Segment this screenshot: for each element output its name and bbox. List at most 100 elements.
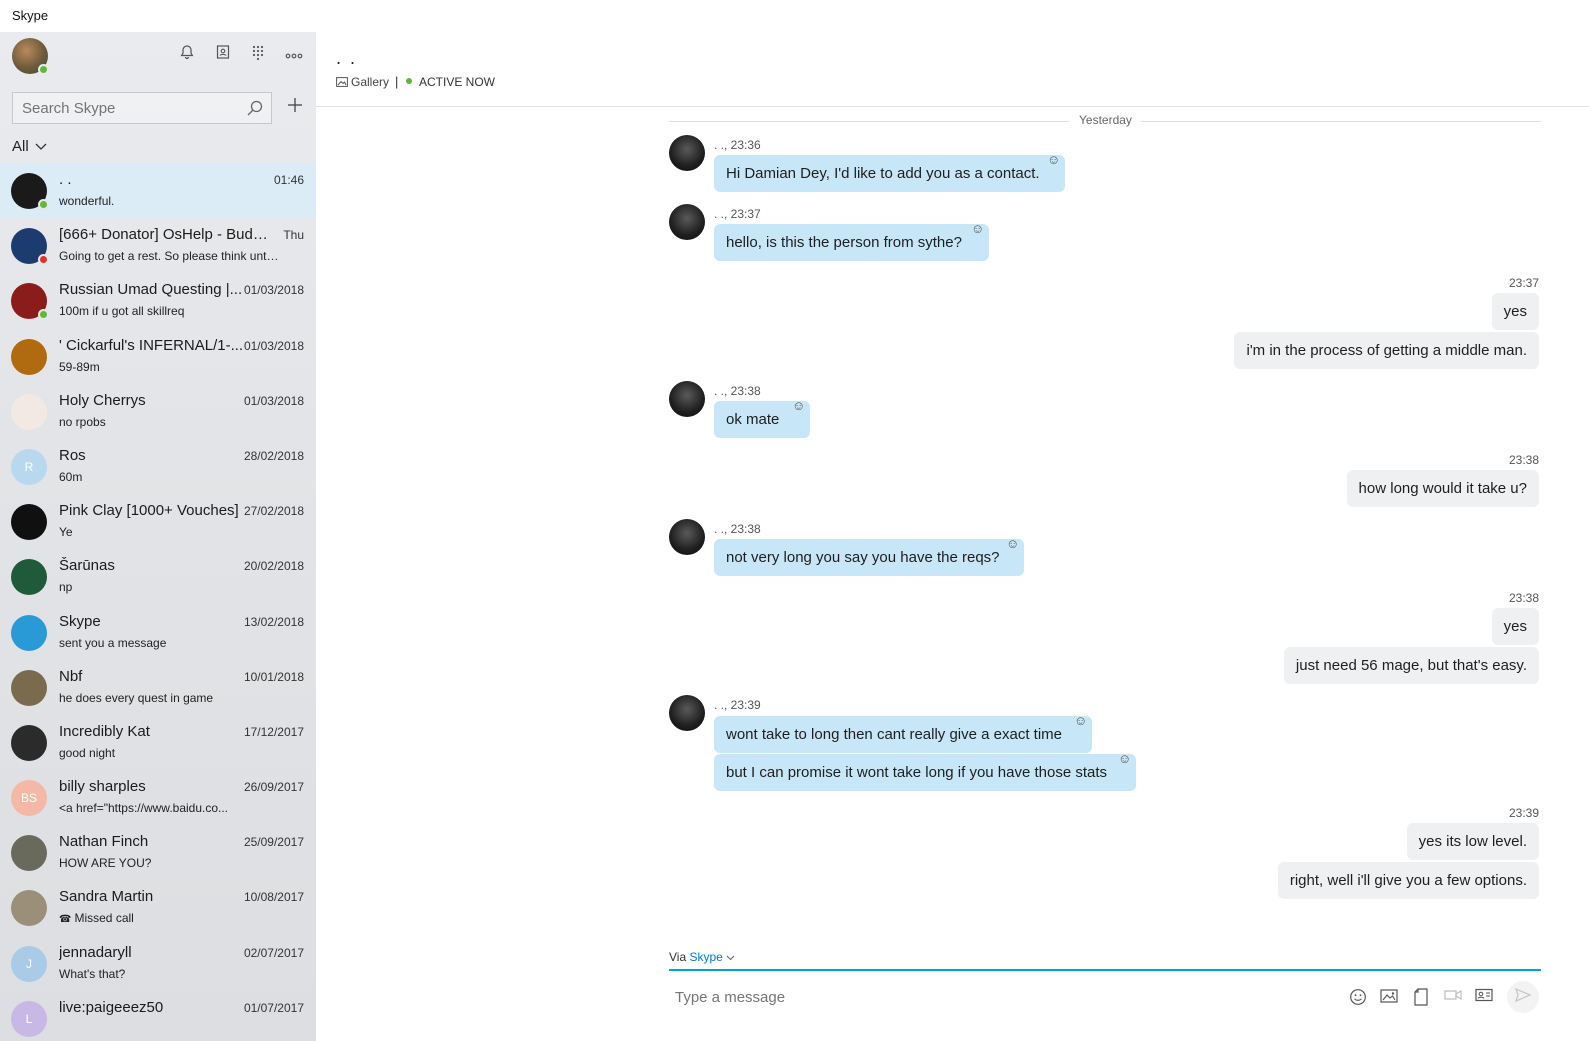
send-button[interactable] — [1507, 981, 1539, 1013]
conversation-item[interactable]: Skype 13/02/2018 sent you a message — [0, 605, 316, 660]
conversation-item[interactable]: ' Cickarful's INFERNAL/1-... 01/03/2018 59… — [0, 329, 316, 384]
conversation-preview: Going to get a rest. So please think unt… — [59, 249, 279, 263]
outgoing-message[interactable]: how long would it take u? — [1346, 470, 1539, 507]
conversation-name: [666+ Donator] OsHelp - Budd... — [59, 226, 269, 244]
conversation-preview: What's that? — [59, 967, 279, 981]
outgoing-message[interactable]: yes — [1491, 293, 1539, 330]
preview-text: sent you a message — [59, 635, 167, 650]
outgoing-message[interactable]: right, well i'll give you a few options. — [1277, 862, 1539, 899]
bell-icon[interactable] — [176, 44, 198, 66]
message-text: i'm in the process of getting a middle m… — [1246, 342, 1527, 359]
self-avatar[interactable] — [12, 38, 49, 75]
conversation-item[interactable]: . . 01:46 wonderful. — [0, 163, 316, 219]
conversation-name: billy sharples — [59, 778, 146, 796]
conversation-item[interactable]: Incredibly Kat 17/12/2017 good night — [0, 715, 316, 770]
emoji-icon[interactable]: ☺ — [971, 222, 985, 236]
conversation-item[interactable]: R Ros 28/02/2018 60m — [0, 439, 316, 494]
emoji-icon[interactable]: ☺ — [1074, 714, 1088, 728]
conversation-item[interactable]: Nathan Finch 25/09/2017 HOW ARE YOU? — [0, 825, 316, 880]
conversation-preview: he does every quest in game — [59, 691, 279, 705]
conversation-item[interactable]: Sandra Martin 10/08/2017 ☎ Missed call — [0, 880, 316, 935]
conversation-name: . . — [59, 171, 72, 188]
incoming-message[interactable]: ok mate ☺ — [714, 399, 810, 438]
conversation-item[interactable]: Nbf 10/01/2018 he does every quest in game — [0, 660, 316, 715]
profile-row — [0, 32, 316, 80]
conversation-time: 27/02/2018 — [243, 504, 304, 519]
gallery-link[interactable]: Gallery — [336, 75, 389, 89]
chat-title[interactable]: . . — [336, 48, 357, 69]
via-service[interactable]: Skype — [689, 950, 722, 964]
contact-card-icon[interactable] — [1474, 988, 1494, 1008]
message-text: yes — [1503, 618, 1527, 635]
outgoing-message[interactable]: yes — [1491, 608, 1539, 645]
gallery-icon — [336, 77, 348, 87]
conversation-time: 01:46 — [273, 173, 304, 187]
chevron-down-icon[interactable] — [726, 950, 735, 964]
conversation-preview: ☎ Missed call — [59, 911, 279, 925]
outgoing-message[interactable]: yes its low level. — [1406, 823, 1539, 860]
avatar — [11, 504, 47, 541]
incoming-message[interactable]: hello, is this the person from sythe? ☺ — [714, 222, 989, 261]
emoji-icon[interactable]: ☺ — [1006, 537, 1020, 551]
presence-dot — [38, 254, 49, 266]
conversation-time: 13/02/2018 — [243, 614, 304, 629]
file-icon[interactable] — [1411, 988, 1431, 1008]
conversation-item[interactable]: BS billy sharples 26/09/2017 <a href="https… — [0, 770, 316, 825]
conversation-item[interactable]: Jjennadaryll 02/07/2017 What's that? — [0, 936, 316, 991]
preview-text: no rpobs — [59, 414, 106, 429]
conversation-name: jennadaryll — [59, 943, 132, 961]
divider-line — [669, 121, 1069, 122]
search-box[interactable] — [12, 92, 272, 124]
message-text: not very long you say you have the reqs? — [726, 549, 1000, 566]
conversation-item[interactable]: Llive:paigeeez50 01/07/2017 — [0, 991, 316, 1041]
emoji-icon[interactable]: ☺ — [1118, 752, 1132, 766]
avatar — [11, 283, 49, 321]
message-input[interactable] — [669, 980, 1329, 1014]
incoming-message[interactable]: wont take to long then cant really give … — [714, 714, 1092, 753]
incoming-message[interactable]: but I can promise it wont take long if y… — [714, 752, 1136, 791]
new-chat-button[interactable] — [284, 95, 306, 119]
contacts-icon[interactable] — [212, 44, 234, 66]
header-separator: | — [395, 74, 399, 89]
emoji-icon[interactable]: ☺ — [792, 399, 806, 413]
preview-text: Ye — [59, 525, 73, 540]
emoji-icon[interactable]: ☺ — [1047, 153, 1061, 167]
sender-avatar[interactable] — [669, 695, 705, 731]
more-icon[interactable] — [283, 44, 305, 66]
search-input[interactable] — [13, 93, 233, 123]
outgoing-message[interactable]: just need 56 mage, but that's easy. — [1283, 647, 1539, 684]
message-composer[interactable] — [669, 980, 1329, 1014]
conversation-item[interactable]: Šarūnas 20/02/2018 np — [0, 549, 316, 604]
emoji-icon[interactable] — [1348, 988, 1368, 1008]
via-selector[interactable]: Via Skype — [669, 950, 735, 964]
conversation-item[interactable]: Holy Cherrys 01/03/2018 no rpobs — [0, 384, 316, 439]
chevron-down-icon — [35, 142, 47, 154]
incoming-message[interactable]: not very long you say you have the reqs?… — [714, 537, 1024, 576]
image-icon[interactable] — [1379, 988, 1399, 1008]
conversation-item[interactable]: Russian Umad Questing |... 01/03/2018 100m… — [0, 273, 316, 328]
sender-avatar[interactable] — [669, 381, 705, 417]
outgoing-message[interactable]: i'm in the process of getting a middle m… — [1234, 332, 1539, 369]
sender-avatar[interactable] — [669, 204, 705, 240]
preview-text: wonderful. — [59, 194, 115, 208]
conversation-item[interactable]: [666+ Donator] OsHelp - Budd... Thu Going … — [0, 218, 316, 273]
sender-avatar[interactable] — [669, 135, 705, 171]
dialpad-icon[interactable] — [247, 44, 269, 66]
conversation-name: Šarūnas — [59, 557, 115, 575]
sidebar: All . . 01:46 wonderful. [666+ Donator] OsH… — [0, 32, 316, 1041]
message-text: but I can promise it wont take long if y… — [726, 764, 1108, 781]
sender-avatar[interactable] — [669, 519, 705, 555]
conversation-name: Russian Umad Questing |... — [59, 281, 243, 299]
avatar — [11, 669, 47, 706]
conversation-name: live:paigeeez50 — [59, 998, 164, 1016]
preview-text: 59-89m — [59, 359, 100, 374]
conversation-filter[interactable]: All — [12, 138, 47, 155]
chat-header: . . Gallery | ACTIVE NOW — [316, 32, 1589, 107]
conversation-item[interactable]: Pink Clay [1000+ Vouches] 27/02/2018 Ye — [0, 494, 316, 549]
video-message-icon[interactable] — [1443, 988, 1463, 1008]
incoming-message[interactable]: Hi Damian Dey, I'd like to add you as a … — [714, 153, 1065, 192]
conversation-name: Pink Clay [1000+ Vouches] — [59, 502, 239, 520]
conversation-preview: sent you a message — [59, 636, 279, 650]
conversation-time: 20/02/2018 — [243, 559, 304, 574]
search-icon[interactable] — [245, 98, 265, 118]
